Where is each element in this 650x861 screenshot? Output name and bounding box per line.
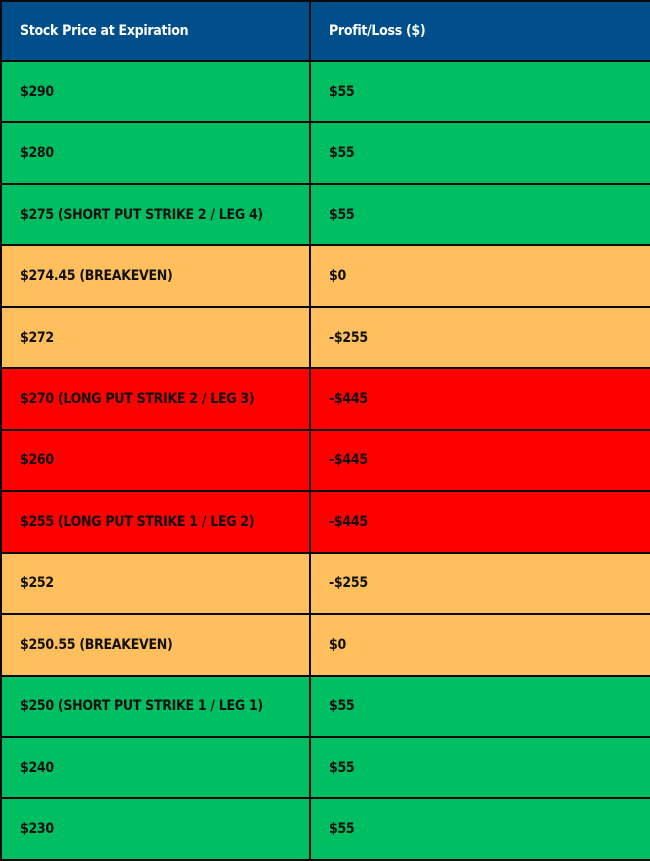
stock-price-cell: $275 (SHORT PUT STRIKE 2 / LEG 4): [0, 182, 311, 247]
profit-loss-cell: $55: [309, 121, 650, 185]
profit-loss-cell: $0: [309, 613, 650, 677]
stock-price-cell: $290: [0, 59, 311, 124]
table-row: $240 $55: [0, 735, 650, 800]
stock-price-cell: $250.55 (BREAKEVEN): [0, 613, 311, 677]
header-stock-price: Stock Price at Expiration: [0, 0, 311, 62]
table-row: $230 $55: [0, 797, 650, 861]
profit-loss-table: Stock Price at Expiration Profit/Loss ($…: [0, 0, 650, 861]
table-row: $275 (SHORT PUT STRIKE 2 / LEG 4) $55: [0, 182, 650, 247]
stock-price-cell: $270 (LONG PUT STRIKE 2 / LEG 3): [0, 367, 311, 431]
stock-price-cell: $272: [0, 305, 311, 370]
stock-price-cell: $250 (SHORT PUT STRIKE 1 / LEG 1): [0, 674, 311, 738]
stock-price-cell: $240: [0, 735, 311, 800]
table-row: $290 $55: [0, 59, 650, 124]
profit-loss-cell: $55: [309, 59, 650, 124]
profit-loss-cell: -$445: [309, 428, 650, 493]
profit-loss-cell: -$255: [309, 305, 650, 370]
table-row: $255 (LONG PUT STRIKE 1 / LEG 2) -$445: [0, 490, 650, 554]
table-row: $274.45 (BREAKEVEN) $0: [0, 244, 650, 308]
profit-loss-cell: $55: [309, 735, 650, 800]
stock-price-cell: $274.45 (BREAKEVEN): [0, 244, 311, 308]
profit-loss-cell: $55: [309, 797, 650, 861]
stock-price-cell: $260: [0, 428, 311, 493]
table-row: $252 -$255: [0, 551, 650, 616]
table-row: $250.55 (BREAKEVEN) $0: [0, 613, 650, 677]
table-row: $260 -$445: [0, 428, 650, 493]
profit-loss-cell: -$445: [309, 490, 650, 554]
table-row: $280 $55: [0, 121, 650, 185]
stock-price-cell: $255 (LONG PUT STRIKE 1 / LEG 2): [0, 490, 311, 554]
table-row: $272 -$255: [0, 305, 650, 370]
profit-loss-cell: $55: [309, 182, 650, 247]
header-profit-loss: Profit/Loss ($): [309, 0, 650, 62]
profit-loss-cell: -$255: [309, 551, 650, 616]
profit-loss-cell: $55: [309, 674, 650, 738]
table-row: $250 (SHORT PUT STRIKE 1 / LEG 1) $55: [0, 674, 650, 738]
table-row: $270 (LONG PUT STRIKE 2 / LEG 3) -$445: [0, 367, 650, 431]
profit-loss-cell: -$445: [309, 367, 650, 431]
profit-loss-cell: $0: [309, 244, 650, 308]
stock-price-cell: $230: [0, 797, 311, 861]
header-row: Stock Price at Expiration Profit/Loss ($…: [0, 0, 650, 62]
stock-price-cell: $252: [0, 551, 311, 616]
stock-price-cell: $280: [0, 121, 311, 185]
